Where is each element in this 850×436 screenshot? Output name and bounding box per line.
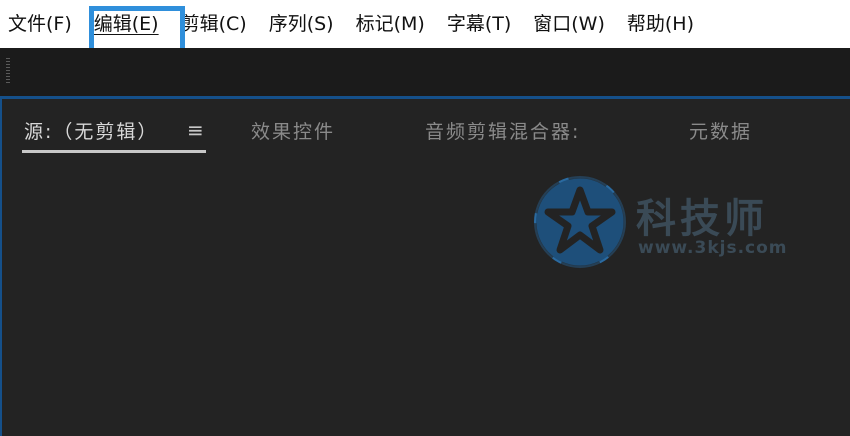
menu-file[interactable]: 文件(F) [0, 0, 83, 48]
watermark: 科技师 www.3kjs.com [530, 172, 810, 282]
tab-effect-controls[interactable]: 效果控件 [251, 117, 335, 144]
menu-marker[interactable]: 标记(M) [345, 0, 436, 48]
menu-clip[interactable]: 剪辑(C) [170, 0, 258, 48]
active-tab-indicator [22, 150, 206, 153]
tab-audio-clip-mixer[interactable]: 音频剪辑混合器: [425, 117, 580, 144]
tab-source[interactable]: 源:（无剪辑） [24, 117, 158, 144]
menu-title[interactable]: 字幕(T) [436, 0, 522, 48]
hamburger-icon[interactable]: ≡ [187, 118, 204, 142]
menu-edit[interactable]: 编辑(E) [83, 0, 170, 48]
menu-sequence[interactable]: 序列(S) [258, 0, 345, 48]
toolbar [0, 48, 850, 96]
star-in-circle-icon [533, 175, 627, 269]
watermark-brand: 科技师 [636, 196, 768, 242]
menu-help[interactable]: 帮助(H) [616, 0, 705, 48]
menu-window[interactable]: 窗口(W) [522, 0, 616, 48]
watermark-url: www.3kjs.com [638, 238, 788, 258]
tab-metadata[interactable]: 元数据 [689, 117, 752, 144]
toolbar-grip-handle[interactable] [6, 58, 10, 84]
panel-tab-bar: 源:（无剪辑） ≡ 效果控件 音频剪辑混合器: 元数据 [0, 99, 850, 153]
panel-focus-border [0, 99, 2, 436]
menu-bar: 文件(F) 编辑(E) 剪辑(C) 序列(S) 标记(M) 字幕(T) 窗口(W… [0, 0, 850, 48]
